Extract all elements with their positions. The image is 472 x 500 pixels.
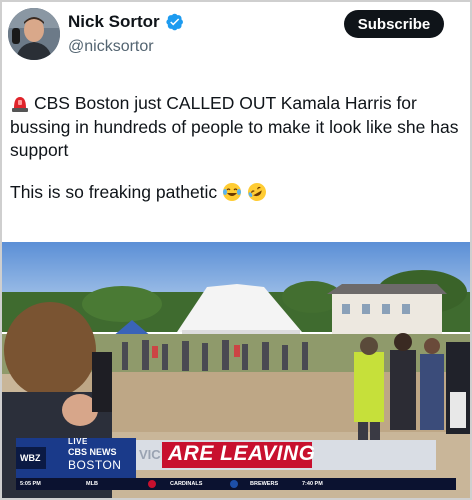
city-label: BOSTON <box>68 458 122 472</box>
name-row: Nick Sortor <box>68 12 184 32</box>
live-label: LIVE <box>68 437 88 446</box>
tweet-text-line-2: This is so freaking pathetic <box>10 181 218 202</box>
ticker-team-1: CARDINALS <box>170 481 203 487</box>
tweet-body: CBS Boston just CALLED OUT Kamala Harris… <box>10 92 466 223</box>
tweet-paragraph-2: This is so freaking pathetic <box>10 181 466 205</box>
avatar-image <box>8 8 60 60</box>
verified-badge-icon <box>166 13 183 31</box>
avatar[interactable] <box>8 8 60 60</box>
network-label: CBS NEWS <box>68 447 117 457</box>
author-name[interactable]: Nick Sortor <box>68 12 160 32</box>
station-label: WBZ <box>20 453 41 463</box>
ticker-team-2: BREWERS <box>250 481 279 487</box>
tweet-paragraph-1: CBS Boston just CALLED OUT Kamala Harris… <box>10 92 466 163</box>
ticker-time-left: 5:05 PM <box>20 481 41 487</box>
headline-fragment: VIC <box>139 447 161 462</box>
video-player[interactable]: LIVE CBS NEWS BOSTON WBZ VIC ARE LEAVING… <box>2 242 470 498</box>
ticker-league: MLB <box>86 481 98 487</box>
tweet-header: Nick Sortor @nicksortor Subscribe <box>2 2 470 72</box>
rofl-emoji-icon <box>247 182 266 201</box>
laughing-crying-emoji-icon <box>223 182 242 201</box>
tweet-text-line-1: CBS Boston just CALLED OUT Kamala Harris… <box>10 93 459 161</box>
author-handle[interactable]: @nicksortor <box>68 38 154 56</box>
headline-text: ARE LEAVING <box>168 442 316 465</box>
police-light-icon <box>12 97 28 112</box>
tweet-card: Nick Sortor @nicksortor Subscribe CBS Bo… <box>2 2 470 498</box>
subscribe-button[interactable]: Subscribe <box>344 10 444 38</box>
ticker-time-right: 7:40 PM <box>302 481 323 487</box>
